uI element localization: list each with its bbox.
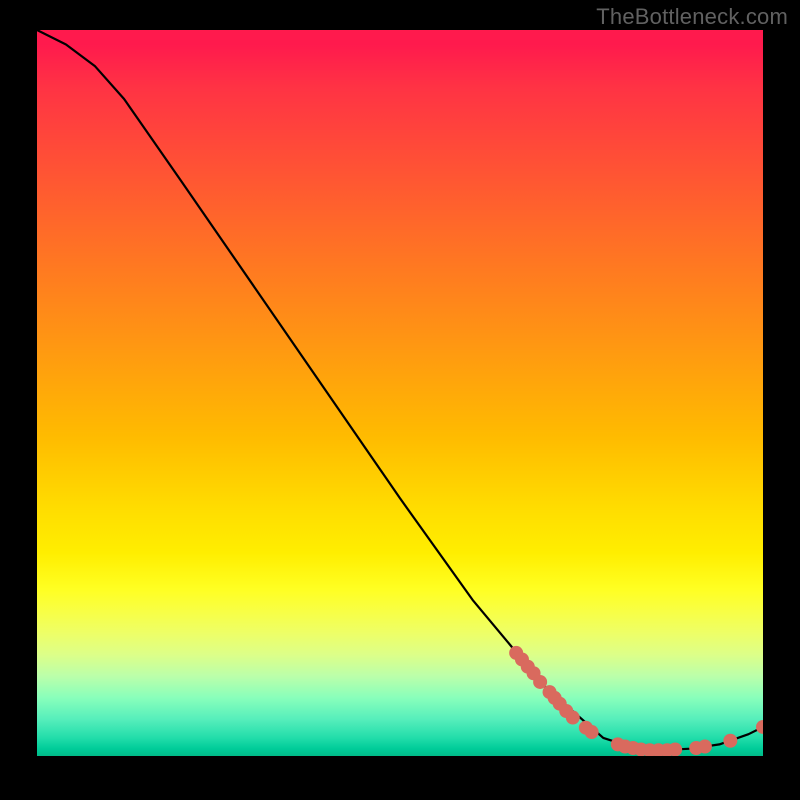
watermark-text: TheBottleneck.com: [596, 4, 788, 30]
chart-svg: [37, 30, 763, 756]
chart-scatter-points: [509, 646, 763, 756]
scatter-dot: [585, 725, 599, 739]
scatter-dot: [566, 711, 580, 725]
plot-area: [37, 30, 763, 756]
scatter-dot: [756, 720, 763, 734]
scatter-dot: [668, 742, 682, 756]
chart-curve: [37, 30, 763, 750]
scatter-dot: [723, 734, 737, 748]
scatter-dot: [698, 740, 712, 754]
